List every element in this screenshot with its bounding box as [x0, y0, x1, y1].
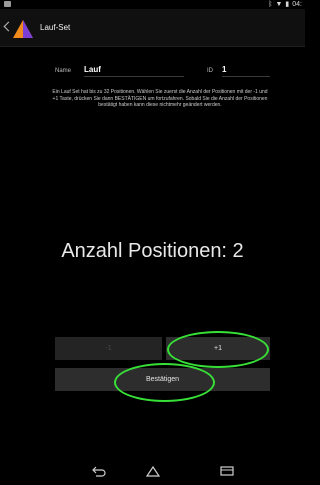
home-icon[interactable]	[145, 465, 161, 477]
plus-one-button[interactable]: +1	[166, 337, 270, 360]
status-time: 04:	[292, 1, 302, 8]
help-text: Ein Lauf Set hat bis zu 32 Positionen. W…	[52, 89, 268, 109]
screen-title: Lauf-Set	[40, 23, 71, 32]
navigation-bar	[0, 460, 305, 485]
position-count: Anzahl Positionen: 2	[61, 240, 244, 262]
name-field[interactable]: Lauf	[84, 64, 184, 77]
confirm-button[interactable]: Bestätigen	[55, 368, 270, 391]
triangle-app-icon[interactable]	[12, 18, 34, 40]
action-bar: Lauf-Set	[0, 9, 305, 47]
back-icon[interactable]	[90, 465, 106, 477]
wifi-icon: ▼	[275, 1, 283, 8]
bluetooth-icon: ᛒ	[268, 1, 273, 8]
recents-icon[interactable]	[219, 465, 235, 477]
id-field[interactable]: 1	[222, 64, 270, 77]
battery-icon: ▮	[285, 1, 290, 8]
name-label: Name	[55, 68, 72, 74]
status-bar: ᛒ ▼ ▮ 04:	[0, 0, 305, 9]
status-icons: ᛒ ▼ ▮ 04:	[265, 0, 302, 9]
notification-icon	[4, 1, 11, 7]
minus-one-button[interactable]: -1	[55, 337, 162, 360]
id-label: ID	[207, 68, 213, 74]
